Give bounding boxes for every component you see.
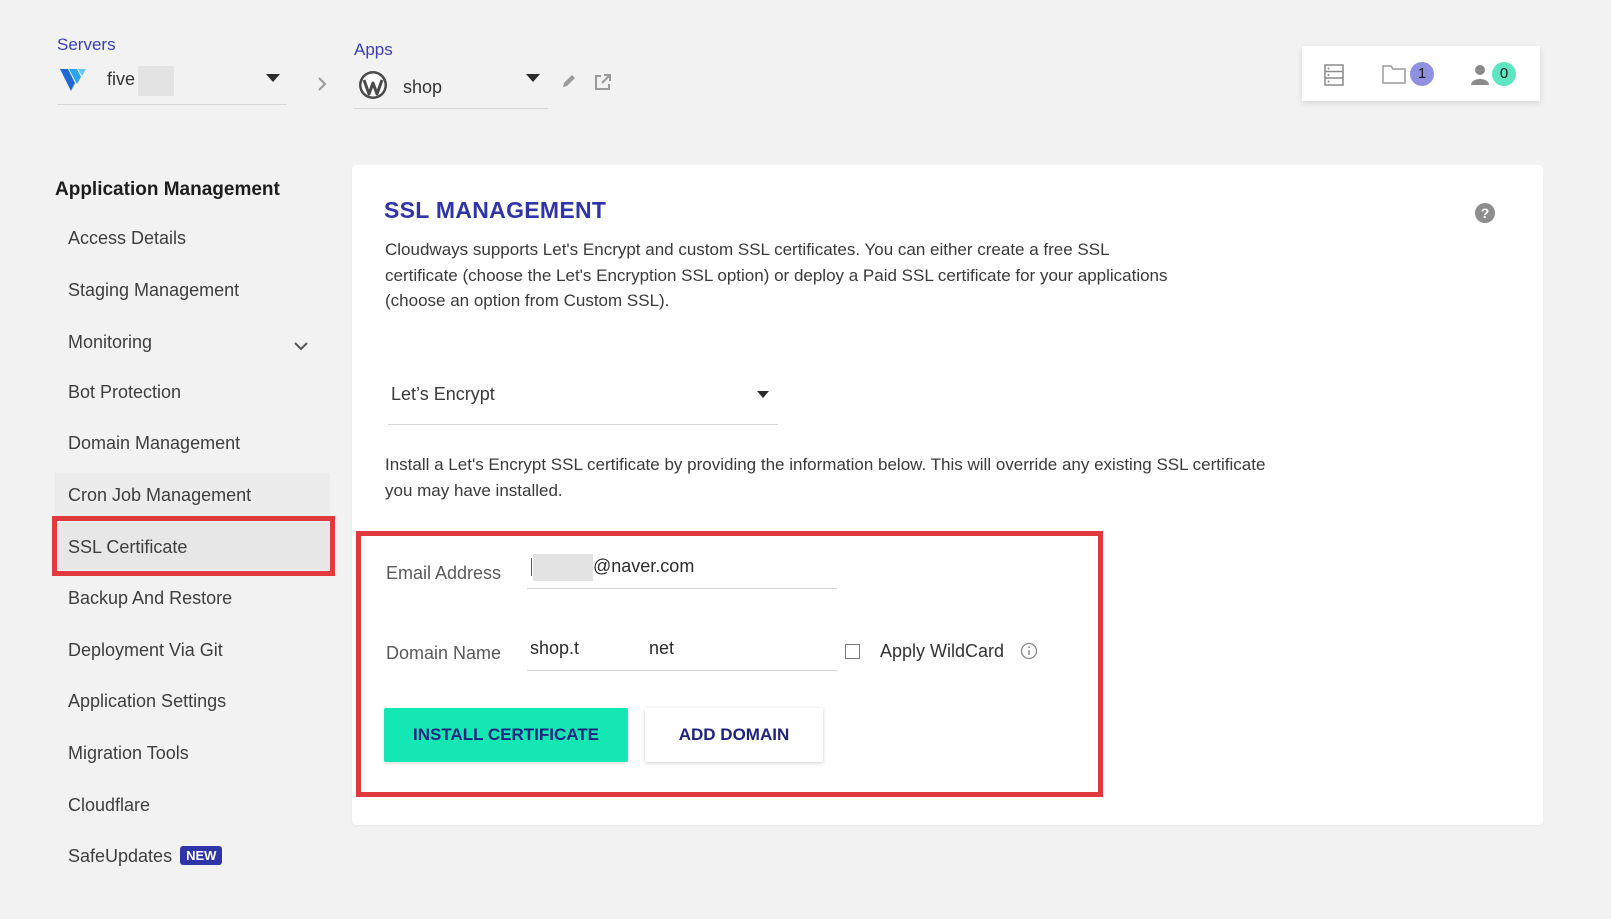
apps-label: Apps bbox=[354, 40, 393, 59]
sidebar-item-staging-management[interactable]: Staging Management bbox=[68, 280, 239, 301]
servers-list-icon[interactable] bbox=[1324, 64, 1344, 86]
server-name: five bbox=[107, 69, 136, 89]
new-badge: NEW bbox=[180, 846, 223, 865]
server-selector[interactable]: five bbox=[60, 66, 300, 102]
team-button[interactable]: 0 bbox=[1470, 62, 1530, 90]
sidebar-heading: Application Management bbox=[55, 179, 280, 200]
domain-underline bbox=[527, 670, 837, 671]
breadcrumb-chevron-right-icon bbox=[318, 77, 327, 91]
ssl-type-underline bbox=[388, 424, 778, 425]
safeupdates-label: SafeUpdates bbox=[68, 846, 173, 866]
email-field[interactable]: @naver.com bbox=[527, 550, 837, 588]
user-icon bbox=[1471, 65, 1489, 85]
top-status-widget: 1 0 bbox=[1302, 46, 1540, 101]
app-selector[interactable]: shop bbox=[358, 70, 548, 106]
sidebar-item-deployment-via-git[interactable]: Deployment Via Git bbox=[68, 640, 223, 661]
apply-wildcard-label: Apply WildCard bbox=[880, 641, 1005, 661]
servers-label: Servers bbox=[57, 35, 116, 54]
sidebar-item-monitoring[interactable]: Monitoring bbox=[68, 332, 152, 353]
ssl-description: Cloudways supports Let's Encrypt and cus… bbox=[385, 240, 1168, 310]
sidebar-item-cron-job-management[interactable]: Cron Job Management bbox=[68, 485, 251, 506]
install-note: Install a Let's Encrypt SSL certificate … bbox=[385, 455, 1266, 500]
email-value: @naver.com bbox=[593, 556, 695, 576]
redacted-block bbox=[138, 66, 174, 96]
info-icon[interactable] bbox=[1020, 642, 1038, 660]
users-count-badge: 0 bbox=[1492, 62, 1516, 86]
chevron-down-icon[interactable] bbox=[266, 74, 280, 82]
app-selector-underline bbox=[354, 108, 548, 109]
projects-button[interactable]: 1 bbox=[1382, 62, 1442, 90]
server-selector-underline bbox=[57, 104, 287, 105]
sidebar-item-application-settings[interactable]: Application Settings bbox=[68, 691, 226, 712]
sidebar-item-cloudflare[interactable]: Cloudflare bbox=[68, 795, 150, 816]
app-name: shop bbox=[403, 77, 443, 97]
install-certificate-button[interactable]: INSTALL CERTIFICATE bbox=[384, 708, 628, 762]
ssl-type-value: Let’s Encrypt bbox=[391, 384, 495, 404]
redacted-block bbox=[533, 554, 593, 581]
vultr-logo-icon bbox=[60, 69, 86, 91]
sidebar-item-migration-tools[interactable]: Migration Tools bbox=[68, 743, 189, 764]
chevron-down-icon bbox=[757, 391, 769, 398]
ssl-certificate-highlight-box bbox=[52, 516, 335, 576]
domain-label: Domain Name bbox=[386, 643, 502, 663]
domain-value-start: shop.t bbox=[530, 638, 580, 658]
redacted-block bbox=[583, 634, 649, 662]
email-label: Email Address bbox=[386, 563, 502, 583]
sidebar-item-safeupdates[interactable]: SafeUpdates NEW bbox=[68, 846, 223, 867]
apply-wildcard-checkbox[interactable] bbox=[845, 644, 860, 659]
sidebar-item-access-details[interactable]: Access Details bbox=[68, 228, 186, 249]
help-icon[interactable]: ? bbox=[1475, 203, 1495, 223]
wordpress-icon bbox=[359, 71, 387, 99]
monitoring-chevron-down-icon[interactable] bbox=[293, 340, 309, 352]
domain-name-field[interactable]: shop.t net bbox=[527, 632, 837, 670]
domain-value-end: net bbox=[649, 638, 675, 658]
email-underline bbox=[527, 588, 837, 589]
sidebar-item-domain-management[interactable]: Domain Management bbox=[68, 433, 240, 454]
page-title: SSL MANAGEMENT bbox=[384, 197, 607, 223]
chevron-down-icon[interactable] bbox=[526, 74, 540, 82]
text-cursor bbox=[531, 558, 532, 576]
projects-count-badge: 1 bbox=[1410, 62, 1434, 86]
add-domain-button[interactable]: ADD DOMAIN bbox=[645, 708, 823, 762]
sidebar-item-backup-and-restore[interactable]: Backup And Restore bbox=[68, 588, 232, 609]
edit-pencil-icon[interactable] bbox=[560, 72, 578, 90]
ssl-type-select[interactable]: Let’s Encrypt bbox=[388, 376, 778, 424]
sidebar-item-bot-protection[interactable]: Bot Protection bbox=[68, 382, 181, 403]
external-link-icon[interactable] bbox=[593, 72, 613, 92]
folder-icon bbox=[1382, 65, 1406, 84]
